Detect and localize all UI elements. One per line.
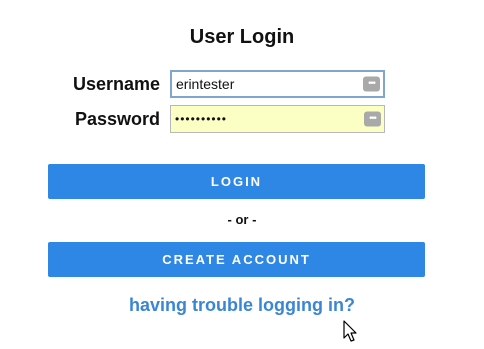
page-title: User Login bbox=[189, 26, 295, 48]
password-label: Password bbox=[74, 109, 160, 129]
password-field[interactable]: ••• bbox=[170, 105, 385, 133]
trouble-logging-in-link[interactable]: having trouble logging in? bbox=[0, 295, 484, 316]
username-input[interactable] bbox=[176, 72, 361, 96]
create-account-button[interactable]: CREATE ACCOUNT bbox=[48, 242, 425, 277]
password-row: Password ••• bbox=[0, 105, 484, 133]
login-page: User Login Username ••• Password ••• LOG… bbox=[0, 0, 484, 349]
mouse-pointer-icon bbox=[343, 320, 357, 342]
username-label: Username bbox=[72, 74, 160, 94]
or-divider: - or - bbox=[227, 212, 257, 227]
username-row: Username ••• bbox=[0, 70, 484, 98]
password-manager-key-icon[interactable]: ••• bbox=[363, 76, 380, 92]
password-manager-key-icon[interactable]: ••• bbox=[364, 111, 381, 127]
password-input[interactable] bbox=[175, 106, 360, 132]
login-button[interactable]: LOGIN bbox=[48, 164, 425, 199]
username-field[interactable]: ••• bbox=[170, 70, 385, 98]
